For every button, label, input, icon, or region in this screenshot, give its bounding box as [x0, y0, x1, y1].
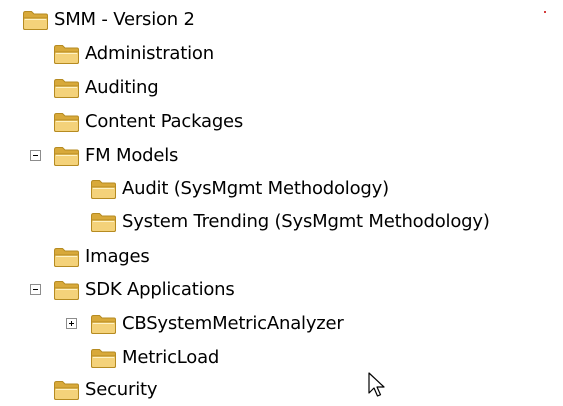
tree-item-label: MetricLoad	[122, 347, 220, 368]
folder-icon	[53, 43, 83, 65]
mouse-pointer-icon	[368, 372, 386, 400]
tree-item-label: SMM - Version 2	[54, 9, 195, 30]
tree-item-audit-sysmgmt-methodology[interactable]: Audit (SysMgmt Methodology)	[90, 173, 389, 205]
folder-icon	[53, 379, 83, 401]
artifact-dot	[544, 11, 546, 13]
collapse-icon[interactable]	[30, 284, 41, 295]
tree-item-label: Audit (SysMgmt Methodology)	[122, 178, 389, 199]
tree-item-fm-models[interactable]: FM Models	[53, 140, 178, 172]
tree-item-cbsystemmetricanalyzer[interactable]: CBSystemMetricAnalyzer	[90, 308, 344, 340]
folder-icon	[90, 211, 120, 233]
folder-icon	[90, 347, 120, 369]
tree-item-system-trending-sysmgmt-methodology[interactable]: System Trending (SysMgmt Methodology)	[90, 206, 490, 238]
folder-icon	[53, 111, 83, 133]
collapse-icon[interactable]	[30, 150, 41, 161]
folder-icon	[53, 246, 83, 268]
tree-item-auditing[interactable]: Auditing	[53, 72, 159, 104]
tree-item-label: SDK Applications	[85, 279, 235, 300]
tree-item-label: Images	[85, 246, 150, 267]
tree-item-metricload[interactable]: MetricLoad	[90, 342, 219, 374]
tree-item-label: System Trending (SysMgmt Methodology)	[122, 211, 490, 232]
folder-tree: SMM - Version 2 Administration Auditing …	[0, 0, 563, 405]
tree-item-administration[interactable]: Administration	[53, 38, 214, 70]
tree-item-images[interactable]: Images	[53, 241, 150, 273]
tree-item-label: Security	[85, 379, 158, 400]
folder-icon	[90, 178, 120, 200]
folder-icon	[53, 77, 83, 99]
folder-icon	[53, 279, 83, 301]
tree-item-sdk-applications[interactable]: SDK Applications	[53, 274, 235, 306]
tree-item-content-packages[interactable]: Content Packages	[53, 106, 243, 138]
tree-item-label: Administration	[85, 43, 214, 64]
tree-item-security[interactable]: Security	[53, 374, 158, 406]
folder-icon	[22, 9, 52, 31]
tree-item-label: Auditing	[85, 77, 159, 98]
tree-item-label: CBSystemMetricAnalyzer	[122, 313, 344, 334]
tree-item-label: Content Packages	[85, 111, 244, 132]
expand-icon[interactable]	[66, 318, 77, 329]
tree-item-smm-version-2[interactable]: SMM - Version 2	[22, 4, 195, 36]
folder-icon	[53, 145, 83, 167]
folder-icon	[90, 313, 120, 335]
tree-item-label: FM Models	[85, 145, 179, 166]
